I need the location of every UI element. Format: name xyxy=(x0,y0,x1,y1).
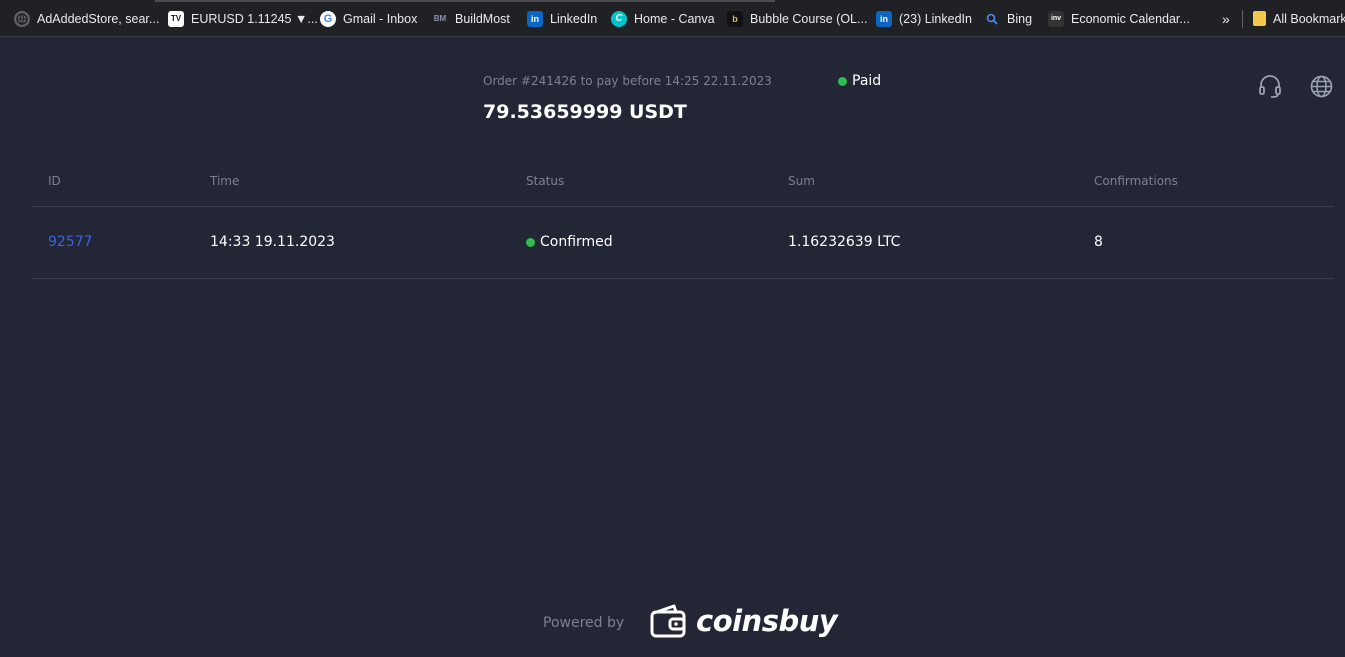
google-icon: G xyxy=(320,10,336,27)
linkedin-icon: in xyxy=(876,10,892,27)
all-bookmarks-button[interactable]: All Bookmark xyxy=(1253,0,1345,36)
linkedin-icon: in xyxy=(527,10,543,27)
status-badge: Paid xyxy=(838,73,881,89)
bookmark-eurusd[interactable]: TV EURUSD 1.11245 ▼... xyxy=(168,0,318,36)
transaction-time: 14:33 19.11.2023 xyxy=(210,234,335,250)
bookmark-bing[interactable]: Bing xyxy=(984,0,1033,36)
canva-icon: C xyxy=(611,10,627,27)
search-icon xyxy=(984,11,1000,27)
bookmark-economic-calendar[interactable]: inv Economic Calendar... xyxy=(1048,0,1190,36)
bookmark-label: Economic Calendar... xyxy=(1071,11,1190,26)
bookmark-label: Home - Canva xyxy=(634,11,715,26)
transaction-sum: 1.16232639 LTC xyxy=(788,234,901,250)
column-header-status: Status xyxy=(526,174,565,188)
bookmark-canva[interactable]: C Home - Canva xyxy=(611,0,715,36)
bookmark-buildmost[interactable]: BM BuildMost xyxy=(432,0,510,36)
order-info: Order #241426 to pay before 14:25 22.11.… xyxy=(483,74,772,88)
bookmark-linkedin[interactable]: in LinkedIn xyxy=(527,0,598,36)
column-header-sum: Sum xyxy=(788,174,815,188)
globe-icon xyxy=(14,10,30,27)
column-header-confirmations: Confirmations xyxy=(1094,174,1178,188)
more-bookmarks-button[interactable]: » xyxy=(1222,0,1230,36)
status-dot xyxy=(526,237,535,247)
table-header-divider xyxy=(32,206,1334,207)
folder-icon xyxy=(1253,11,1266,26)
bookmark-label: EURUSD 1.11245 ▼... xyxy=(191,11,318,26)
powered-by-label: Powered by xyxy=(543,615,625,631)
transaction-status: Confirmed xyxy=(526,234,613,250)
all-bookmarks-label: All Bookmark xyxy=(1273,11,1345,26)
transaction-id-link[interactable]: 92577 xyxy=(48,234,93,250)
bookmarks-divider xyxy=(1242,10,1243,28)
bookmark-bubble-course[interactable]: b Bubble Course (OL... xyxy=(727,0,868,36)
bookmark-label: BuildMost xyxy=(455,11,510,26)
order-amount: 79.53659999 USDT xyxy=(483,101,687,123)
bookmark-linkedin-23[interactable]: in (23) LinkedIn xyxy=(876,0,972,36)
investing-icon: inv xyxy=(1048,10,1064,27)
status-label: Paid xyxy=(852,73,882,89)
bookmark-label: Bing xyxy=(1007,11,1033,26)
transaction-status-label: Confirmed xyxy=(540,234,613,250)
bookmarks-bar: AdAddedStore, sear... TV EURUSD 1.11245 … xyxy=(0,0,1345,37)
headset-icon[interactable] xyxy=(1257,73,1283,99)
transaction-confirmations: 8 xyxy=(1094,234,1103,250)
status-dot xyxy=(838,76,847,86)
wallet-icon xyxy=(650,604,686,638)
buildmost-icon: BM xyxy=(433,14,447,23)
coinsbuy-logo[interactable]: coinsbuy xyxy=(650,603,838,639)
bookmark-label: (23) LinkedIn xyxy=(899,11,972,26)
bubble-icon: b xyxy=(727,10,743,27)
bookmark-gmail[interactable]: G Gmail - Inbox xyxy=(320,0,418,36)
bookmark-label: Bubble Course (OL... xyxy=(750,11,868,26)
bookmark-label: AdAddedStore, sear... xyxy=(37,11,160,26)
bookmark-adaddedstore[interactable]: AdAddedStore, sear... xyxy=(14,0,160,36)
tradingview-icon: TV xyxy=(168,10,184,27)
bookmark-label: LinkedIn xyxy=(550,11,598,26)
brand-name: coinsbuy xyxy=(696,604,838,638)
table-row-divider xyxy=(32,278,1334,279)
bookmark-label: Gmail - Inbox xyxy=(343,11,418,26)
globe-icon[interactable] xyxy=(1309,74,1334,99)
column-header-time: Time xyxy=(210,174,240,188)
column-header-id: ID xyxy=(48,174,61,188)
